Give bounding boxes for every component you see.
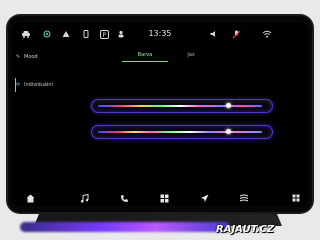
menu-item-mood[interactable]: ✎ Mood — [16, 52, 56, 62]
mood-icon: ✎ — [16, 53, 21, 60]
warning-icon[interactable] — [60, 28, 72, 40]
slider-knob[interactable] — [226, 103, 231, 108]
infotainment-screen: P 13:35 Barva Jas ✎ Mood ⟳ Individuální — [12, 22, 308, 206]
user-icon[interactable] — [115, 28, 127, 40]
color-slider-2[interactable] — [92, 126, 272, 138]
color-gradient — [98, 131, 262, 133]
parking-icon[interactable]: P — [98, 28, 110, 40]
wifi-icon[interactable] — [260, 28, 274, 40]
slider-knob[interactable] — [226, 129, 231, 134]
grid-icon[interactable] — [288, 190, 304, 206]
tab-bar: Barva Jas — [122, 49, 214, 63]
volume-mute-icon[interactable] — [208, 28, 220, 40]
tab-jas[interactable]: Jas — [168, 49, 214, 62]
status-bar: P 13:35 — [12, 22, 308, 48]
navigation-icon[interactable] — [196, 190, 212, 206]
phone-icon[interactable] — [80, 28, 92, 40]
mic-off-icon[interactable] — [230, 28, 242, 40]
svg-text:P: P — [102, 32, 106, 39]
car-icon[interactable] — [20, 28, 32, 40]
home-icon[interactable] — [22, 190, 38, 206]
music-icon[interactable] — [76, 190, 92, 206]
circle-icon[interactable] — [41, 28, 53, 40]
individual-icon: ⟳ — [16, 81, 21, 88]
watermark: RAJAUT.CZ — [216, 224, 275, 235]
climate-icon[interactable] — [236, 190, 252, 206]
menu-item-individualni[interactable]: ⟳ Individuální — [16, 80, 56, 90]
color-gradient — [98, 105, 262, 107]
clock: 13:35 — [148, 29, 172, 38]
tab-barva[interactable]: Barva — [122, 49, 168, 62]
phone-icon[interactable] — [116, 190, 132, 206]
color-slider-1[interactable] — [92, 100, 272, 112]
menu-item-label: Individuální — [24, 82, 53, 88]
menu-item-label: Mood — [24, 54, 38, 60]
ambient-light-strip — [20, 222, 230, 232]
apps-icon[interactable] — [156, 190, 172, 206]
bottom-dock — [12, 190, 308, 206]
